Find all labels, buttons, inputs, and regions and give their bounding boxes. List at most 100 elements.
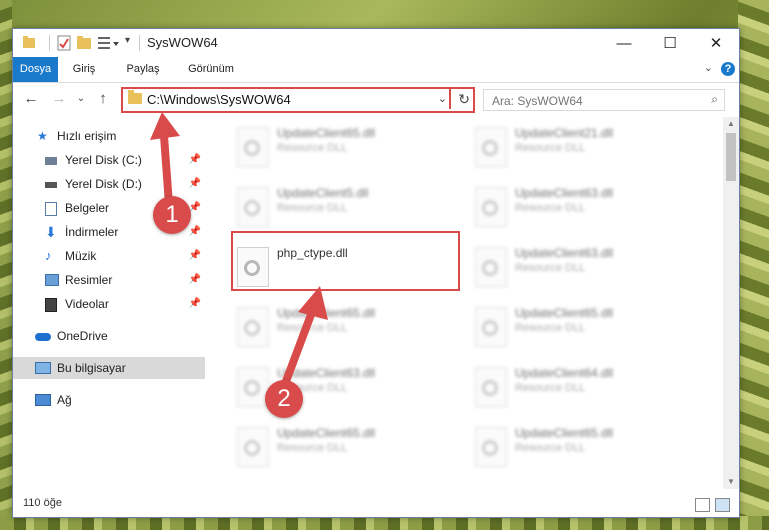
scroll-down-icon[interactable]: ▼ — [723, 475, 739, 489]
tab-home[interactable]: Giriş — [69, 57, 99, 82]
new-folder-icon[interactable] — [77, 35, 91, 51]
sidebar-item-music[interactable]: ♪ Müzik 📌 — [13, 245, 205, 267]
help-button[interactable]: ? — [721, 62, 735, 76]
dll-file-icon — [475, 247, 507, 287]
computer-icon — [35, 362, 51, 374]
close-button[interactable]: ✕ — [693, 29, 739, 57]
back-button[interactable]: ← — [21, 89, 41, 109]
tab-file[interactable]: Dosya — [13, 57, 58, 82]
sidebar-item-label: Videolar — [65, 297, 109, 311]
customize-toolbar-icon[interactable] — [97, 35, 121, 51]
tab-view[interactable]: Görünüm — [183, 57, 239, 82]
file-name: UpdateClient21.dll — [515, 126, 614, 140]
scroll-thumb[interactable] — [726, 133, 736, 181]
separator — [139, 35, 140, 51]
sidebar-item-label: İndirmeler — [65, 225, 119, 239]
desktop-background-left — [0, 0, 12, 530]
sidebar-item-this-pc[interactable]: Bu bilgisayar — [13, 357, 205, 379]
expand-ribbon-icon[interactable]: ⌄ — [704, 61, 713, 74]
file-name: UpdateClient65.dll — [277, 126, 376, 140]
maximize-button[interactable]: ☐ — [647, 29, 693, 57]
file-type: Resource DLL — [277, 142, 348, 154]
dll-file-icon — [475, 367, 507, 407]
file-item[interactable]: UpdateClient65.dll Resource DLL — [467, 421, 687, 473]
up-button[interactable]: ↑ — [93, 89, 113, 109]
file-item[interactable]: UpdateClient63.dll Resource DLL — [467, 181, 687, 233]
folder-icon — [128, 90, 142, 104]
file-item[interactable]: UpdateClient65.dll Resource DLL — [229, 421, 449, 473]
file-name: UpdateClient63.dll — [515, 186, 614, 200]
file-item[interactable]: UpdateClient65.dll Resource DLL — [229, 121, 449, 173]
file-name: UpdateClient65.dll — [515, 426, 614, 440]
desktop-background-right — [738, 0, 769, 530]
file-type: Resource DLL — [515, 262, 586, 274]
star-icon: ★ — [37, 129, 48, 143]
separator — [49, 35, 50, 51]
title-bar: ▾ SysWOW64 — ☐ ✕ — [13, 29, 739, 57]
sidebar-item-label: Belgeler — [65, 201, 110, 215]
search-box[interactable]: ⌕ — [483, 89, 725, 111]
properties-icon[interactable] — [57, 35, 71, 51]
cloud-icon — [35, 333, 51, 341]
file-item[interactable]: UpdateClient63.dll Resource DLL — [467, 241, 687, 293]
file-type: Resource DLL — [277, 202, 348, 214]
network-icon — [35, 394, 51, 406]
music-icon: ♪ — [45, 248, 52, 263]
address-dropdown-icon[interactable]: ⌄ — [438, 92, 447, 105]
desktop-background-bottom — [0, 516, 769, 530]
address-path[interactable]: C:\Windows\SysWOW64 — [147, 92, 291, 107]
file-item[interactable]: UpdateClient65.dll Resource DLL — [467, 301, 687, 353]
dll-file-icon — [475, 127, 507, 167]
file-name: UpdateClient65.dll — [515, 306, 614, 320]
sidebar-item-label: Hızlı erişim — [57, 129, 117, 143]
search-input[interactable] — [490, 92, 694, 110]
vertical-scrollbar[interactable]: ▲ ▼ — [723, 117, 739, 489]
recent-locations-icon[interactable]: ⌄ — [71, 89, 91, 109]
file-name: UpdateClient63.dll — [515, 246, 614, 260]
sidebar-item-videos[interactable]: Videolar 📌 — [13, 293, 205, 315]
file-item[interactable]: UpdateClient5.dll Resource DLL — [229, 181, 449, 233]
pin-icon[interactable]: 📌 — [189, 269, 201, 291]
sidebar-item-onedrive[interactable]: OneDrive — [13, 325, 205, 347]
details-view-icon[interactable] — [695, 498, 710, 512]
pin-icon[interactable]: 📌 — [189, 293, 201, 315]
file-name: UpdateClient5.dll — [277, 186, 369, 200]
file-type: Resource DLL — [515, 382, 586, 394]
dll-file-icon — [475, 307, 507, 347]
dll-file-icon — [475, 427, 507, 467]
file-type: Resource DLL — [515, 442, 586, 454]
refresh-icon[interactable]: ↻ — [458, 91, 470, 108]
sidebar-item-label: Yerel Disk (C:) — [65, 153, 142, 167]
sidebar-item-pictures[interactable]: Resimler 📌 — [13, 269, 205, 291]
file-type: Resource DLL — [515, 322, 586, 334]
sidebar-item-label: Resimler — [65, 273, 113, 287]
dll-file-icon — [237, 187, 269, 227]
explorer-window: ▾ SysWOW64 — ☐ ✕ Dosya Giriş Paylaş Görü… — [12, 28, 740, 518]
pin-icon[interactable]: 📌 — [189, 245, 201, 267]
minimize-button[interactable]: — — [601, 29, 647, 57]
sidebar-item-label: OneDrive — [57, 329, 108, 343]
step-badge-2: 2 — [265, 380, 303, 418]
file-type: Resource DLL — [515, 142, 586, 154]
window-title: SysWOW64 — [147, 35, 218, 50]
step-badge-1: 1 — [153, 196, 191, 234]
tab-share[interactable]: Paylaş — [123, 57, 163, 82]
file-item[interactable]: UpdateClient21.dll Resource DLL — [467, 121, 687, 173]
search-icon[interactable]: ⌕ — [711, 92, 718, 107]
status-bar: 110 öğe — [13, 491, 739, 517]
dropdown-chevron-icon[interactable]: ▾ — [125, 35, 137, 51]
download-icon: ⬇ — [45, 224, 57, 240]
sidebar-item-label: Bu bilgisayar — [57, 361, 126, 375]
sidebar-item-network[interactable]: Ağ — [13, 389, 205, 411]
dll-file-icon — [475, 187, 507, 227]
file-item[interactable]: UpdateClient64.dll Resource DLL — [467, 361, 687, 413]
drive-icon — [45, 182, 57, 188]
scroll-up-icon[interactable]: ▲ — [723, 117, 739, 131]
large-icons-view-icon[interactable] — [715, 498, 730, 512]
sidebar-item-label: Ağ — [57, 393, 72, 407]
dll-file-icon — [237, 127, 269, 167]
forward-button[interactable]: → — [49, 89, 69, 109]
pictures-icon — [45, 274, 59, 286]
ribbon-tabs: Dosya Giriş Paylaş Görünüm ⌄ ? — [13, 57, 739, 83]
documents-icon — [45, 202, 57, 216]
